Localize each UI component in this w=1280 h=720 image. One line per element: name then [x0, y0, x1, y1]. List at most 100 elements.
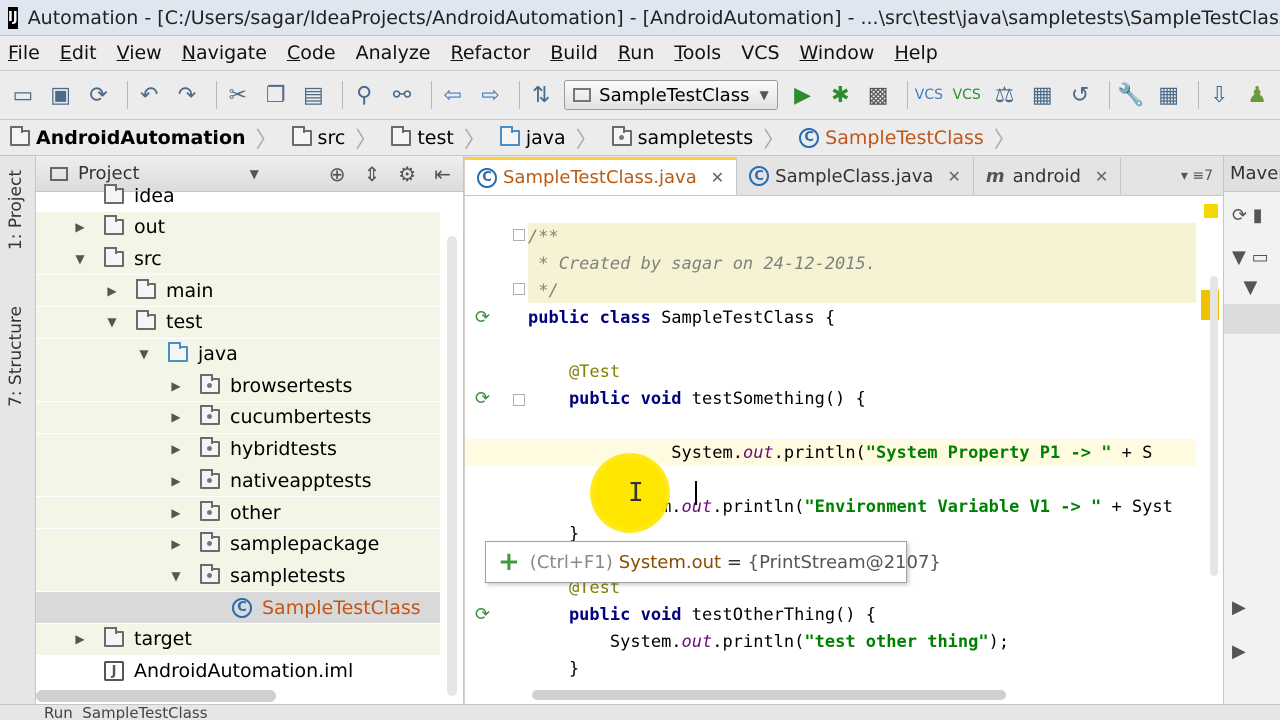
breadcrumb-item-java[interactable]: java 〉: [499, 122, 608, 154]
close-icon[interactable]: ✕: [711, 168, 724, 187]
revert-icon[interactable]: ↺: [1065, 80, 1095, 110]
menu-item[interactable]: VCS: [741, 42, 779, 64]
maven-tree-row[interactable]: ▼ ▭: [1224, 242, 1280, 272]
tool-tab-structure[interactable]: 7: Structure: [6, 306, 26, 407]
settings-icon[interactable]: 🔧: [1116, 80, 1146, 110]
run-test-gutter-icon[interactable]: ⟳: [475, 307, 497, 328]
close-icon[interactable]: ✕: [947, 167, 960, 186]
breadcrumb-item-test[interactable]: test 〉: [391, 122, 496, 154]
tree-item-other[interactable]: ▶ other: [36, 497, 440, 528]
run-test-gutter-icon[interactable]: ⟳: [475, 388, 497, 409]
vcs-update-icon[interactable]: VCS: [914, 80, 944, 110]
find-icon[interactable]: ⚲: [349, 80, 379, 110]
breadcrumb-item-src[interactable]: src 〉: [291, 122, 388, 154]
tree-item-nativeapptests[interactable]: ▶ nativeapptests: [36, 465, 440, 497]
chevron-right-icon[interactable]: ▶: [168, 379, 184, 393]
menu-item[interactable]: Tools: [674, 42, 721, 64]
close-icon[interactable]: ✕: [1095, 167, 1108, 186]
menu-item[interactable]: Build: [550, 42, 598, 64]
tree-item-androidautomation-iml[interactable]: ▶JAndroidAutomation.iml: [36, 656, 440, 687]
chevron-right-icon[interactable]: ▶: [168, 537, 184, 551]
sdk-manager-icon[interactable]: ⇩: [1205, 80, 1235, 110]
project-horizontal-scrollbar[interactable]: [36, 690, 276, 702]
tree-item-cucumbertests[interactable]: ▶ cucumbertests: [36, 401, 440, 433]
copy-icon[interactable]: ❐: [261, 80, 291, 110]
paste-icon[interactable]: ▤: [298, 80, 328, 110]
menu-item[interactable]: Navigate: [182, 42, 267, 64]
tree-item-browsertests[interactable]: ▶ browsertests: [36, 370, 440, 402]
run-icon[interactable]: ▶: [788, 80, 818, 110]
menu-item[interactable]: Code: [287, 42, 336, 64]
code-line[interactable]: /**: [528, 223, 559, 250]
breadcrumb-item-sampletests[interactable]: sampletests 〉: [611, 122, 795, 154]
maven-refresh-icon[interactable]: ⟳ ▮: [1224, 200, 1280, 230]
chevron-right-icon[interactable]: ▶: [168, 506, 184, 520]
menu-item[interactable]: Edit: [60, 42, 97, 64]
run-tool-tab[interactable]: Run SampleTestClass: [44, 705, 208, 720]
tree-item-main[interactable]: ▶ main: [36, 275, 440, 307]
coverage-icon[interactable]: ▩: [863, 80, 893, 110]
code-line[interactable]: System. out .println("test other thing");: [528, 628, 1009, 655]
maven-panel-header[interactable]: Maven: [1224, 156, 1280, 192]
code-line[interactable]: public class SampleTestClass {: [528, 304, 835, 331]
breadcrumb-item-project[interactable]: AndroidAutomation 〉: [10, 122, 288, 154]
code-line[interactable]: * Created by sagar on 24-12-2015.: [528, 250, 876, 277]
editor-tab[interactable]: C SampleClass.java ✕: [737, 157, 974, 195]
menu-item[interactable]: Run: [618, 42, 654, 64]
maven-tree-arrow-icon[interactable]: ▶: [1224, 636, 1280, 666]
open-folder-icon[interactable]: ▭: [8, 80, 38, 110]
menu-item[interactable]: View: [117, 42, 162, 64]
tree-item-sampletests[interactable]: ▼ sampletests: [36, 560, 440, 592]
menu-item[interactable]: Help: [894, 42, 937, 64]
chevron-right-icon[interactable]: ▶: [168, 442, 184, 456]
project-vertical-scrollbar[interactable]: [447, 236, 457, 696]
menu-item[interactable]: Refactor: [450, 42, 530, 64]
tree-item-target[interactable]: ▶ target: [36, 623, 440, 655]
redo-icon[interactable]: ↷: [172, 80, 202, 110]
chevron-right-icon[interactable]: ▶: [72, 220, 88, 234]
error-stripe[interactable]: [1196, 196, 1223, 720]
debug-icon[interactable]: ✱: [825, 80, 855, 110]
menu-item[interactable]: File: [8, 42, 40, 64]
vcs-compare-icon[interactable]: ⚖: [990, 80, 1020, 110]
maven-tree-row[interactable]: ▼: [1224, 272, 1280, 302]
tabs-overflow-button[interactable]: ▾ ≡7: [1171, 157, 1223, 195]
build-icon[interactable]: ⇅: [526, 80, 556, 110]
quick-evaluate-tooltip[interactable]: + (Ctrl+F1) System.out = {PrintStream@21…: [485, 541, 941, 583]
tree-item-hybridtests[interactable]: ▶ hybridtests: [36, 433, 440, 465]
editor-tab[interactable]: C SampleTestClass.java ✕: [465, 157, 738, 195]
inspection-status-icon[interactable]: [1204, 204, 1218, 218]
tree-item-test[interactable]: ▼ test: [36, 306, 440, 338]
menu-item[interactable]: Window: [800, 42, 875, 64]
project-structure-icon[interactable]: ▦: [1154, 80, 1184, 110]
run-test-gutter-icon[interactable]: ⟳: [475, 604, 497, 625]
undo-icon[interactable]: ↶: [134, 80, 164, 110]
code-line[interactable]: }: [528, 655, 579, 682]
tree-item-src[interactable]: ▼ src: [36, 243, 440, 275]
expand-plus-icon[interactable]: +: [498, 547, 520, 577]
replace-icon[interactable]: ⚯: [387, 80, 417, 110]
editor-vertical-scrollbar[interactable]: [1210, 276, 1218, 576]
chevron-right-icon[interactable]: ▶: [104, 284, 120, 298]
tool-tab-project[interactable]: 1: Project: [6, 170, 26, 250]
forward-icon[interactable]: ⇨: [476, 80, 506, 110]
code-line[interactable]: public void testOtherThing() {: [528, 601, 876, 628]
editor-tab[interactable]: m android ✕: [974, 157, 1122, 195]
code-line[interactable]: */: [528, 277, 558, 304]
save-icon[interactable]: ▣: [46, 80, 76, 110]
run-configuration-select[interactable]: SampleTestClass ▼: [564, 80, 778, 110]
vcs-history-icon[interactable]: ▦: [1027, 80, 1057, 110]
chevron-down-icon[interactable]: ▼: [72, 252, 88, 266]
chevron-right-icon[interactable]: ▶: [168, 474, 184, 488]
tree-item-idea[interactable]: ▶idea: [36, 180, 440, 211]
menu-item[interactable]: Analyze: [356, 42, 431, 64]
vcs-commit-icon[interactable]: VCS: [952, 80, 982, 110]
cut-icon[interactable]: ✂: [223, 80, 253, 110]
code-line[interactable]: public void testSomething() {: [528, 385, 866, 412]
chevron-down-icon[interactable]: ▼: [168, 569, 184, 583]
tree-item-sampletestclass[interactable]: ▶CSampleTestClass: [36, 592, 440, 624]
sync-icon[interactable]: ⟳: [84, 80, 114, 110]
maven-tree-row-selected[interactable]: [1224, 304, 1280, 334]
chevron-right-icon[interactable]: ▶: [72, 632, 88, 646]
breadcrumb-item-class[interactable]: C SampleTestClass 〉: [799, 122, 1026, 154]
